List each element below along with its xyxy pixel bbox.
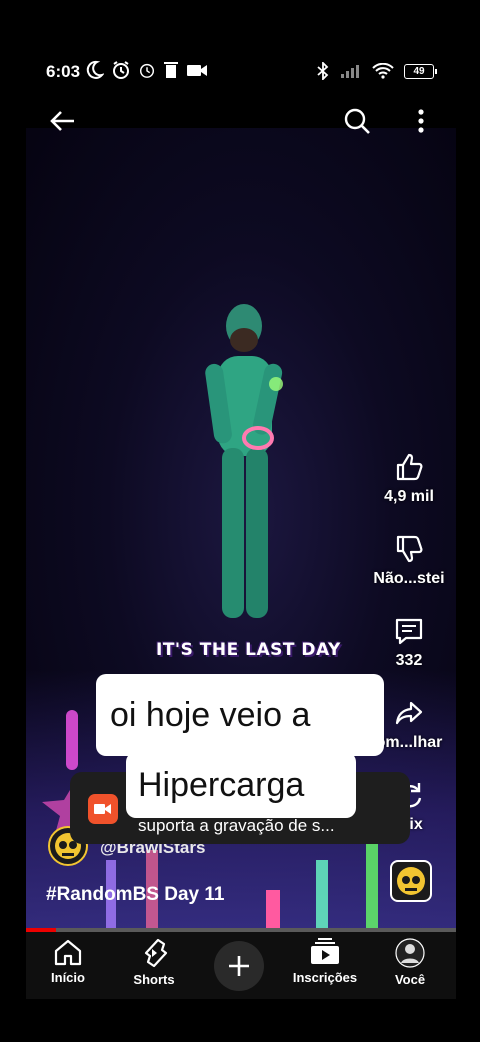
top-app-bar — [26, 100, 456, 140]
dislike-button[interactable]: Não...stei — [362, 534, 456, 588]
nav-home[interactable]: Início — [28, 938, 108, 985]
video-record-icon — [187, 65, 207, 76]
battery-icon: 49 — [404, 63, 437, 79]
like-count: 4,9 mil — [384, 488, 434, 505]
status-time: 6:03 — [46, 62, 81, 81]
shorts-icon — [144, 938, 168, 968]
performer-figure — [205, 304, 283, 618]
bottom-navigation: Início Shorts Inscrições Você — [26, 932, 456, 999]
nav-you[interactable]: Você — [370, 938, 450, 987]
speech-bubble: oi hoje veio a — [96, 674, 384, 756]
back-arrow-icon — [50, 111, 74, 131]
screen-recorder-icon — [88, 794, 118, 824]
create-button[interactable] — [214, 941, 264, 991]
bubble-line-1: oi hoje veio a — [110, 696, 311, 734]
speech-bubble-lower: Hipercarga — [126, 752, 356, 818]
comments-count: 332 — [395, 652, 423, 669]
sound-button[interactable] — [390, 860, 432, 902]
dislike-label: Não...stei — [373, 570, 445, 587]
alarm-icon — [139, 63, 155, 78]
trash-icon — [164, 62, 178, 78]
wifi-icon — [372, 63, 394, 79]
video-caption: IT'S THE LAST DAY — [156, 640, 341, 660]
nav-subscriptions-label: Inscrições — [292, 970, 358, 985]
notification-icons — [86, 60, 208, 80]
video-title[interactable]: #RandomBS Day 11 — [46, 884, 224, 906]
subscriptions-icon — [311, 938, 339, 964]
status-bar: 6:03 49 — [26, 44, 456, 100]
home-icon — [54, 939, 82, 966]
moon-icon — [86, 60, 104, 79]
comment-icon — [395, 618, 423, 645]
like-button[interactable]: 4,9 mil — [362, 452, 456, 506]
plus-icon — [229, 956, 249, 976]
nav-subscriptions[interactable]: Inscrições — [285, 938, 365, 985]
profile-avatar-icon — [395, 938, 425, 968]
battery-level: 49 — [413, 65, 425, 77]
thumbs-down-icon — [396, 535, 423, 563]
search-button[interactable] — [340, 104, 374, 138]
nav-shorts[interactable]: Shorts — [114, 938, 194, 987]
bluetooth-icon — [317, 62, 329, 80]
system-icons: 49 — [316, 62, 437, 80]
comments-button[interactable]: 332 — [362, 616, 456, 670]
skull-icon — [397, 867, 425, 895]
share-icon — [395, 701, 423, 725]
signal-icon — [341, 65, 359, 78]
share-label: om...lhar — [375, 734, 443, 751]
phone-screen: IT'S THE LAST DAY 6:03 49 4,9 mil Não...… — [26, 44, 456, 999]
more-options-button[interactable] — [406, 104, 436, 138]
nav-shorts-label: Shorts — [133, 972, 175, 987]
more-vertical-icon — [418, 109, 424, 133]
alarm-icon — [113, 61, 129, 79]
nav-home-label: Início — [51, 970, 85, 985]
thumbs-up-icon — [396, 453, 423, 481]
bubble-line-2: Hipercarga — [138, 766, 305, 804]
nav-you-label: Você — [394, 972, 426, 987]
toast-message: suporta a gravação de s... — [138, 816, 335, 835]
search-icon — [344, 108, 370, 134]
back-button[interactable] — [46, 104, 80, 138]
